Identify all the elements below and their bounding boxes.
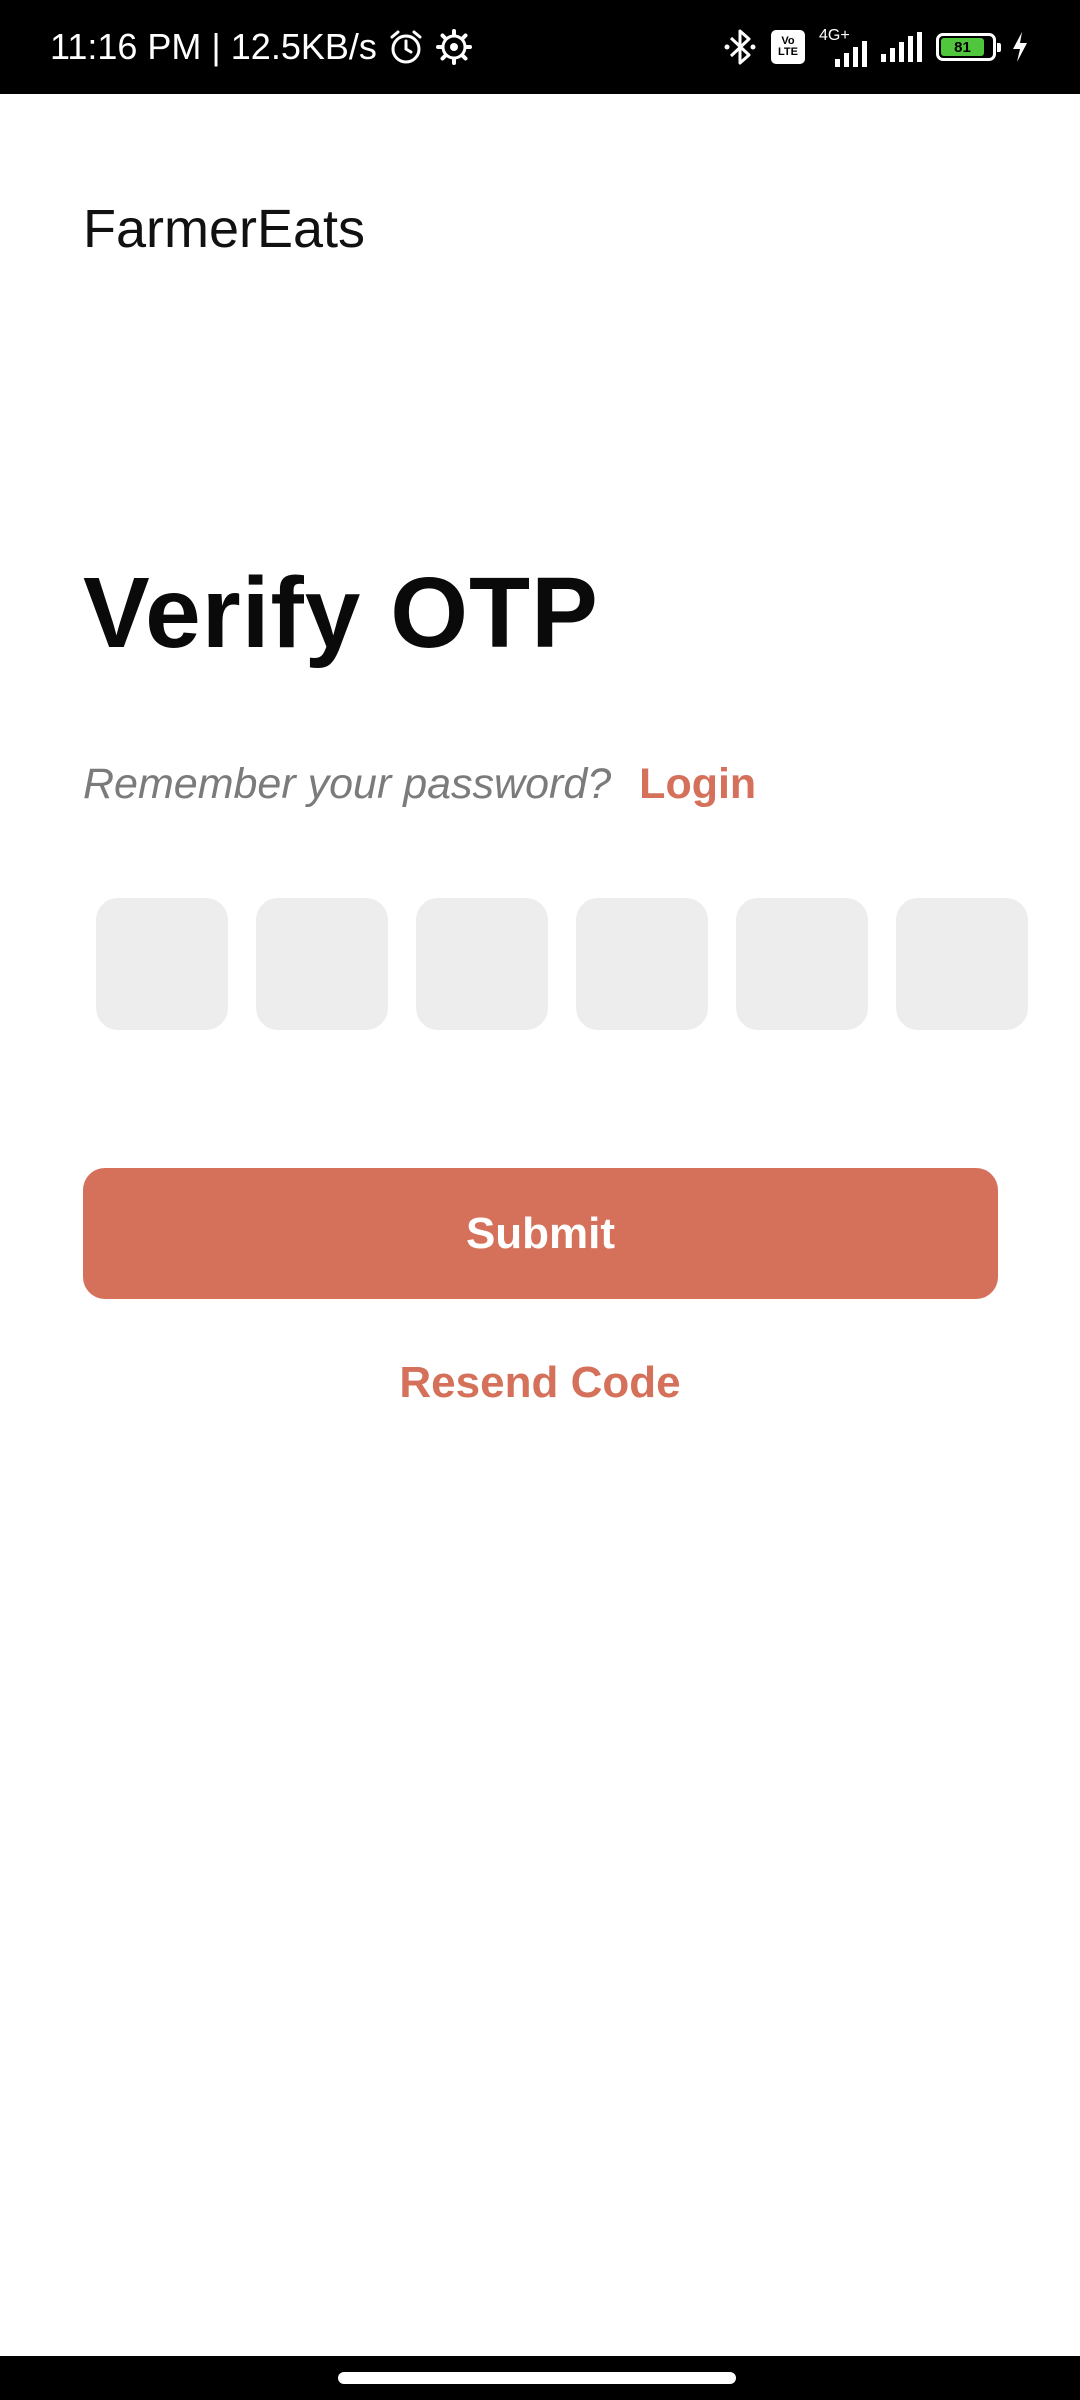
navigation-bar — [0, 2356, 1080, 2400]
home-gesture-handle[interactable] — [338, 2372, 736, 2384]
otp-digit-5[interactable] — [736, 898, 868, 1030]
otp-digit-2[interactable] — [256, 898, 388, 1030]
app-brand: FarmerEats — [83, 199, 366, 259]
remember-text: Remember your password? — [83, 760, 612, 808]
otp-digit-4[interactable] — [576, 898, 708, 1030]
charging-icon — [1010, 30, 1030, 64]
time-speed-text: 11:16 PM | 12.5KB/s — [50, 26, 377, 67]
otp-digit-6[interactable] — [896, 898, 1028, 1030]
signal-icon-4g: 4G+ — [819, 27, 867, 67]
otp-input-group — [96, 898, 1028, 1030]
page-title: Verify OTP — [83, 557, 599, 669]
alarm-icon — [387, 28, 425, 66]
status-left: 11:16 PM | 12.5KB/s — [50, 0, 473, 94]
battery-level: 81 — [941, 38, 984, 56]
remember-row: Remember your password? Login — [83, 760, 756, 809]
signal-icon — [881, 32, 922, 62]
battery-icon: 81 — [936, 33, 1001, 61]
bluetooth-icon — [723, 27, 757, 67]
status-bar: 11:16 PM | 12.5KB/s Vo LTE 4G+ 81 — [0, 0, 1080, 94]
resend-code-link[interactable]: Resend Code — [0, 1358, 1080, 1408]
status-right: Vo LTE 4G+ 81 — [723, 0, 1030, 94]
signal-bars-1 — [835, 37, 867, 67]
volte-icon: Vo LTE — [771, 30, 805, 64]
settings-icon — [435, 28, 473, 66]
submit-button[interactable]: Submit — [83, 1168, 998, 1299]
volte-bottom-text: LTE — [778, 46, 798, 58]
login-link[interactable]: Login — [639, 760, 756, 809]
otp-digit-1[interactable] — [96, 898, 228, 1030]
otp-digit-3[interactable] — [416, 898, 548, 1030]
